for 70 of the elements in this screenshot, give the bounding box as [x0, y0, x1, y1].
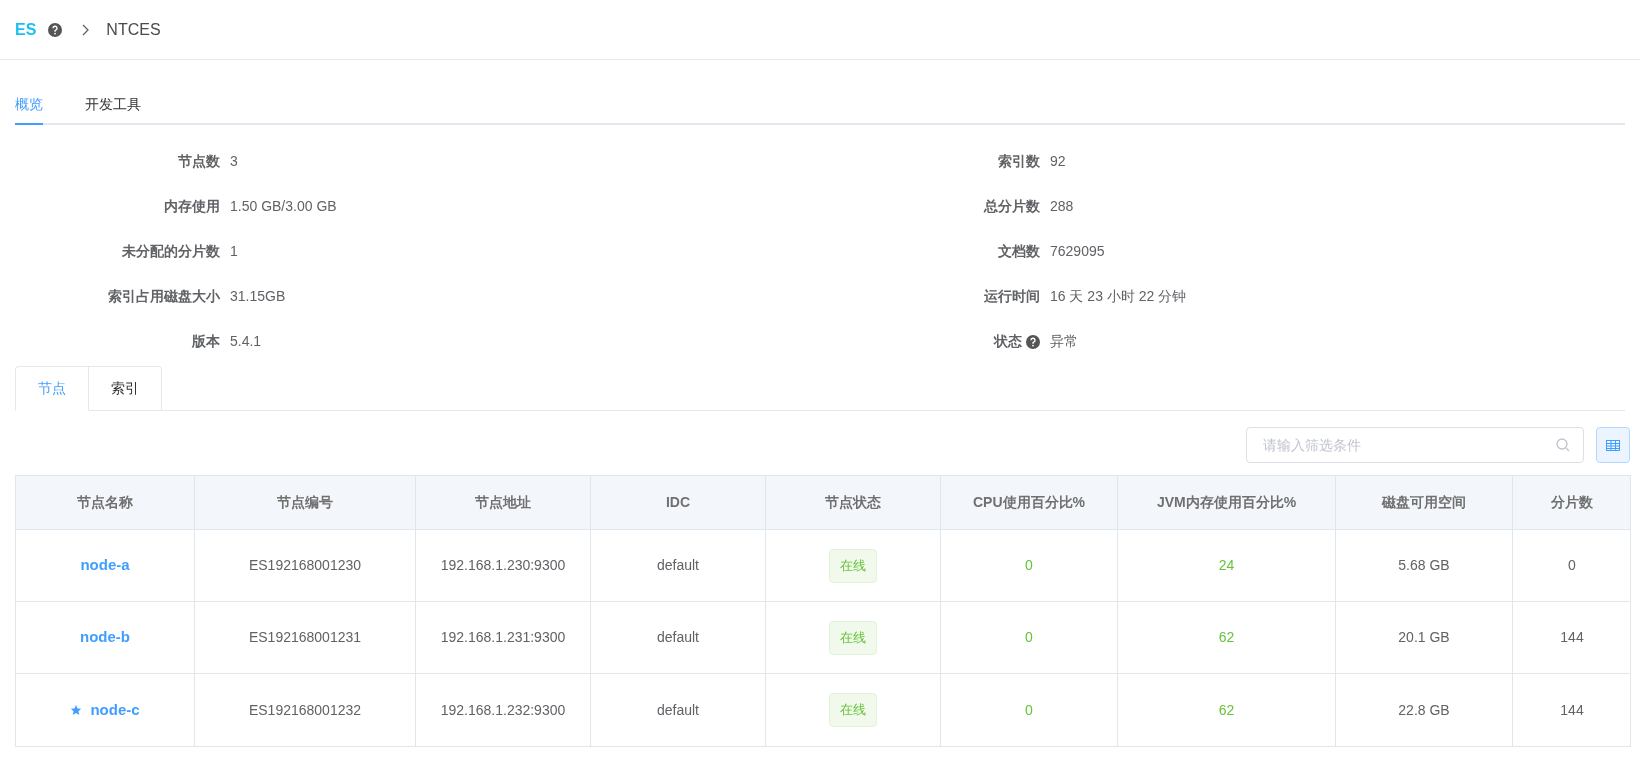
status-tag: 在线: [829, 620, 877, 655]
table-cell: default: [591, 530, 766, 601]
chevron-icon: [82, 23, 91, 36]
node-link[interactable]: node-b: [80, 626, 130, 649]
table-cell: 62: [1118, 602, 1336, 673]
column-header: CPU使用百分比%: [941, 476, 1118, 529]
column-header: IDC: [591, 476, 766, 529]
tab[interactable]: 开发工具: [85, 85, 141, 125]
info-value: 3: [230, 152, 238, 171]
status-tag: 在线: [829, 693, 877, 727]
info-label: 状态: [994, 332, 1022, 351]
tab[interactable]: 节点: [15, 366, 89, 411]
node-link[interactable]: node-c: [90, 698, 140, 722]
help-icon[interactable]: [48, 22, 63, 37]
info-value: 31.15GB: [230, 287, 286, 306]
info-value: 16 天 23 小时 22 分钟: [1050, 287, 1187, 306]
info-label: 文档数: [998, 242, 1040, 261]
breadcrumb-current: NTCES: [106, 19, 161, 40]
info-label: 未分配的分片数: [122, 242, 220, 261]
logo-text: ES: [15, 19, 37, 40]
table-cell-text: 144: [1559, 700, 1585, 720]
table-cell-text: 0: [1567, 556, 1577, 575]
table-cell: 192.168.1.231:9300: [416, 602, 591, 673]
column-header: 节点状态: [766, 476, 941, 529]
help-icon[interactable]: [1026, 334, 1040, 349]
search-field[interactable]: 请输入筛选条件: [1246, 427, 1584, 463]
info-label: 运行时间: [984, 287, 1040, 306]
column-header: 磁盘可用空间: [1336, 476, 1513, 529]
tab[interactable]: 索引: [89, 366, 162, 411]
star-icon: [70, 704, 83, 716]
info-label: 索引数: [998, 152, 1040, 171]
info-label: 索引占用磁盘大小: [108, 287, 220, 306]
table-cell: 0: [941, 602, 1118, 673]
info-value: 异常: [1050, 332, 1078, 351]
column-header: 节点编号: [195, 476, 416, 529]
table-cell: 192.168.1.230:9300: [416, 530, 591, 601]
table-cell: ES192168001232: [195, 674, 416, 746]
info-value: 7629095: [1050, 242, 1105, 261]
table-cell: 62: [1118, 674, 1336, 746]
table-view-button[interactable]: [1596, 427, 1630, 463]
column-header: 节点名称: [16, 476, 195, 529]
table-cell: 0: [941, 674, 1118, 746]
column-header: JVM内存使用百分比%: [1118, 476, 1336, 529]
node-link[interactable]: node-a: [80, 554, 130, 577]
grid-icon: [1606, 439, 1620, 451]
info-label: 内存使用: [164, 197, 220, 216]
status-tag: 在线: [829, 548, 877, 583]
info-label: 节点数: [178, 152, 220, 171]
table-cell: 192.168.1.232:9300: [416, 674, 591, 746]
table-cell: 0: [941, 530, 1118, 601]
table-cell: 22.8 GB: [1336, 674, 1513, 746]
table-cell: 20.1 GB: [1336, 602, 1513, 673]
table-cell: default: [591, 674, 766, 746]
table-cell: 5.68 GB: [1336, 530, 1513, 601]
search-icon: [1556, 438, 1570, 452]
info-value: 5.4.1: [230, 332, 262, 351]
table-cell: ES192168001231: [195, 602, 416, 673]
info-value: 92: [1050, 152, 1066, 171]
info-value: 1: [230, 242, 238, 261]
table-cell: 24: [1118, 530, 1336, 601]
column-header: 节点地址: [416, 476, 591, 529]
info-label: 版本: [192, 332, 220, 351]
table-cell: ES192168001230: [195, 530, 416, 601]
info-value: 1.50 GB/3.00 GB: [230, 197, 337, 216]
info-label: 总分片数: [984, 197, 1040, 216]
table-cell-text: 144: [1559, 628, 1585, 647]
table-cell: default: [591, 602, 766, 673]
info-value: 288: [1050, 197, 1074, 216]
tab[interactable]: 概览: [15, 85, 43, 125]
column-header: 分片数: [1550, 493, 1594, 512]
